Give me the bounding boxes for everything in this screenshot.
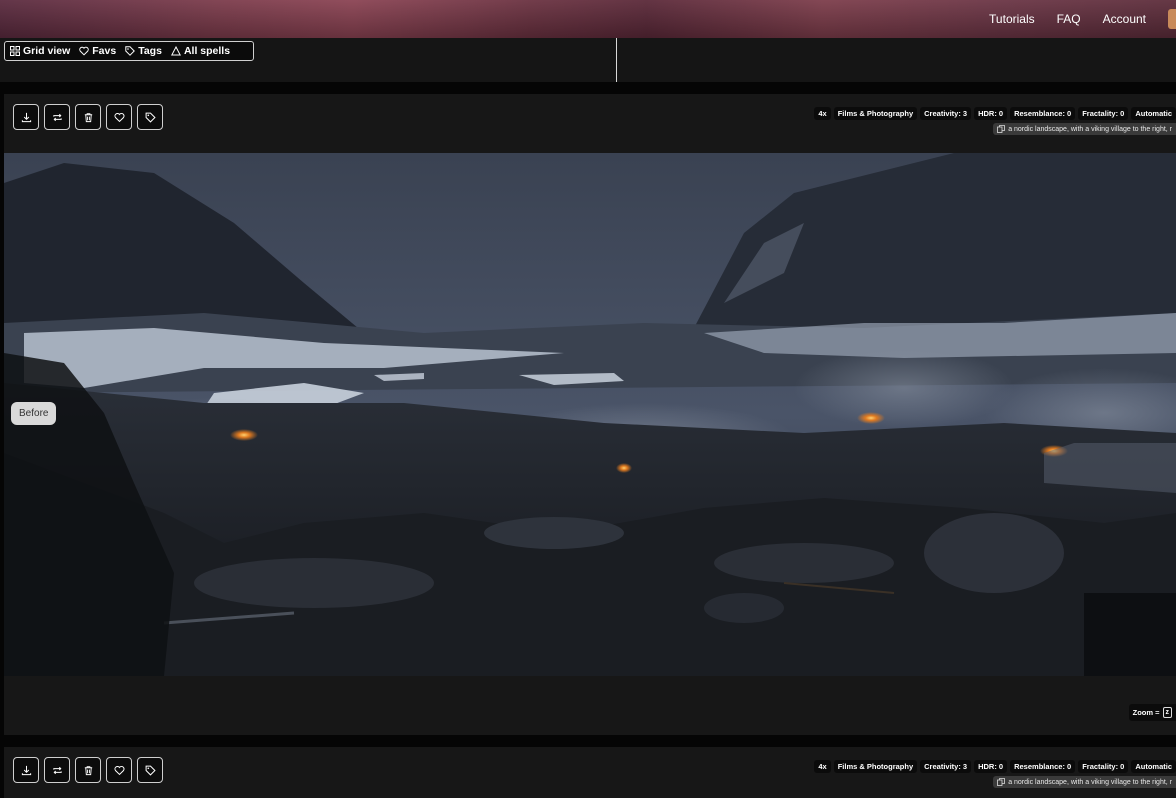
landscape-image — [4, 153, 1176, 676]
tag-icon — [145, 765, 156, 776]
result-card: 4x Films & Photography Creativity: 3 HDR… — [4, 94, 1176, 735]
prompt-text: a nordic landscape, with a viking villag… — [1008, 125, 1172, 133]
scale-badge: 4x — [814, 107, 831, 120]
category-badge: Films & Photography — [833, 760, 918, 773]
zoom-key: z — [1162, 707, 1172, 718]
nav-tutorials[interactable]: Tutorials — [989, 12, 1035, 26]
zoom-hint: Zoom = z — [1128, 704, 1176, 721]
hdr-badge: HDR: 0 — [974, 760, 1008, 773]
scale-badge: 4x — [814, 760, 831, 773]
account-button-edge[interactable] — [1168, 9, 1176, 29]
comparison-image[interactable]: Before — [4, 153, 1176, 676]
creativity-badge: Creativity: 3 — [920, 107, 972, 120]
toolbar-divider — [616, 38, 617, 82]
download-icon — [21, 112, 31, 122]
zoom-label: Zoom = — [1132, 708, 1160, 717]
automation-badge: Automatic — [1131, 760, 1176, 773]
prompt-copy[interactable]: a nordic landscape, with a viking villag… — [993, 776, 1176, 788]
view-tabs: Grid view Favs Tags All spells — [4, 41, 254, 61]
hdr-badge: HDR: 0 — [974, 107, 1008, 120]
repeat-icon — [52, 766, 62, 774]
copy-icon — [997, 125, 1006, 133]
tag-icon — [145, 112, 156, 123]
category-badge: Films & Photography — [833, 107, 918, 120]
card-actions — [13, 104, 163, 130]
heart-icon — [113, 765, 125, 775]
tab-favs-label: Favs — [92, 45, 117, 57]
tab-tags-label: Tags — [138, 45, 162, 57]
prompt-copy[interactable]: a nordic landscape, with a viking villag… — [993, 123, 1176, 135]
reprocess-button[interactable] — [44, 757, 70, 783]
triangle-icon — [170, 46, 181, 56]
delete-button[interactable] — [75, 757, 101, 783]
download-icon — [21, 765, 31, 775]
nav-account[interactable]: Account — [1103, 12, 1146, 26]
reprocess-button[interactable] — [44, 104, 70, 130]
result-card: 4x Films & Photography Creativity: 3 HDR… — [4, 747, 1176, 798]
copy-icon — [997, 778, 1006, 786]
card-actions — [13, 757, 163, 783]
download-button[interactable] — [13, 757, 39, 783]
view-toolbar: Grid view Favs Tags All spells — [0, 38, 1176, 82]
grid-icon — [10, 46, 20, 56]
tab-grid-view[interactable]: Grid view — [10, 45, 70, 57]
top-banner: Tutorials FAQ Account — [0, 0, 1176, 38]
heart-icon — [113, 112, 125, 122]
tag-button[interactable] — [137, 757, 163, 783]
tab-all-spells[interactable]: All spells — [170, 45, 231, 57]
download-button[interactable] — [13, 104, 39, 130]
card-settings: 4x Films & Photography Creativity: 3 HDR… — [814, 107, 1176, 120]
fractality-badge: Fractality: 0 — [1078, 760, 1129, 773]
prompt-text: a nordic landscape, with a viking villag… — [1008, 778, 1172, 786]
creativity-badge: Creativity: 3 — [920, 760, 972, 773]
card-settings: 4x Films & Photography Creativity: 3 HDR… — [814, 760, 1176, 773]
repeat-icon — [52, 113, 62, 121]
tab-all-spells-label: All spells — [183, 45, 231, 57]
automation-badge: Automatic — [1131, 107, 1176, 120]
tag-button[interactable] — [137, 104, 163, 130]
tab-favs[interactable]: Favs — [79, 45, 116, 57]
nav-faq[interactable]: FAQ — [1057, 12, 1081, 26]
fractality-badge: Fractality: 0 — [1078, 107, 1129, 120]
before-toggle[interactable]: Before — [11, 402, 57, 425]
tab-tags[interactable]: Tags — [125, 45, 162, 57]
heart-icon — [79, 46, 90, 56]
favorite-button[interactable] — [106, 104, 132, 130]
delete-button[interactable] — [75, 104, 101, 130]
tag-icon — [125, 46, 136, 56]
resemblance-badge: Resemblance: 0 — [1010, 760, 1076, 773]
trash-icon — [84, 112, 92, 122]
top-nav: Tutorials FAQ Account — [989, 0, 1176, 38]
favorite-button[interactable] — [106, 757, 132, 783]
tab-grid-view-label: Grid view — [23, 45, 71, 57]
resemblance-badge: Resemblance: 0 — [1010, 107, 1076, 120]
trash-icon — [84, 765, 92, 775]
